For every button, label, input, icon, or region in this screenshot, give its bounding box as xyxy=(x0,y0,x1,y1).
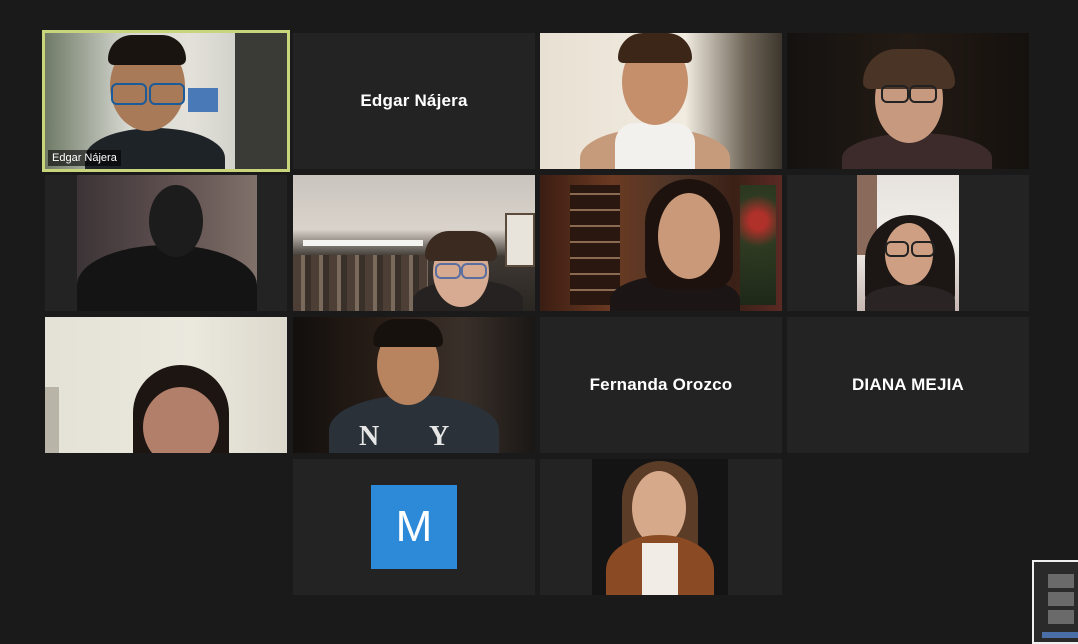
participant-tile-video[interactable] xyxy=(540,459,782,595)
participant-video xyxy=(540,33,782,169)
thumbnail-cell xyxy=(1048,592,1074,606)
participant-tile-video[interactable] xyxy=(787,175,1029,311)
participant-name: Fernanda Orozco xyxy=(589,375,733,394)
participant-name-tag: Edgar Nájera xyxy=(48,150,121,166)
thumbnail-cell xyxy=(1048,610,1074,624)
participant-tile-diana-name[interactable]: DIANA MEJIA xyxy=(787,317,1029,453)
participant-tile-video[interactable] xyxy=(540,175,782,311)
participant-tile-edgar-video[interactable]: Edgar Nájera xyxy=(42,30,290,172)
participant-name: DIANA MEJIA xyxy=(851,375,965,394)
participant-video xyxy=(77,175,257,311)
participant-tile-video[interactable] xyxy=(787,33,1029,169)
participant-video xyxy=(857,175,959,311)
participant-tile-video[interactable] xyxy=(45,175,287,311)
participant-video xyxy=(293,175,535,311)
thumbnail-cell xyxy=(1048,574,1074,588)
participant-tile-avatar[interactable]: M xyxy=(293,459,535,595)
participant-tile-video[interactable]: N Y xyxy=(293,317,535,453)
participant-tile-video[interactable] xyxy=(45,317,287,453)
participant-video xyxy=(45,317,287,453)
participant-name: Edgar Nájera xyxy=(360,91,468,110)
participant-video xyxy=(787,33,1029,169)
participant-tile-video[interactable] xyxy=(540,33,782,169)
participant-tile-video[interactable] xyxy=(293,175,535,311)
participant-tile-fernanda-name[interactable]: Fernanda Orozco xyxy=(540,317,782,453)
participant-video xyxy=(540,175,782,311)
participant-tile-edgar-name[interactable]: Edgar Nájera xyxy=(293,33,535,169)
participant-video xyxy=(592,459,728,595)
self-view-thumbnail[interactable] xyxy=(1032,560,1078,644)
participant-video xyxy=(45,33,287,169)
participant-video: N Y xyxy=(293,317,535,453)
participant-avatar: M xyxy=(371,485,457,569)
thumbnail-toolbar xyxy=(1042,632,1078,638)
